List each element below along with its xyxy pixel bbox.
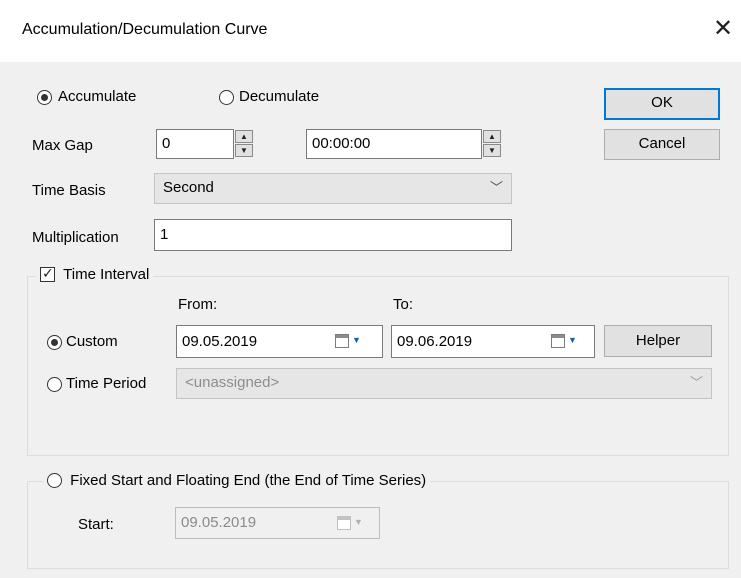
cancel-button[interactable]: Cancel xyxy=(604,129,720,160)
to-label: To: xyxy=(393,296,414,313)
fixed-start-label: Fixed Start and Floating End (the End of… xyxy=(70,472,427,489)
time-basis-value: Second xyxy=(163,179,214,196)
max-gap-time-stepper[interactable]: ▲ ▼ xyxy=(483,130,503,158)
from-date-value: 09.05.2019 xyxy=(182,333,258,350)
custom-radio-option[interactable]: Custom xyxy=(47,333,157,353)
max-gap-down-button[interactable]: ▼ xyxy=(235,144,253,157)
accumulate-radio-option[interactable]: Accumulate xyxy=(37,88,167,108)
accumulate-radio[interactable] xyxy=(37,90,52,105)
dropdown-arrow-icon[interactable]: ▼ xyxy=(352,326,361,356)
time-period-radio-option[interactable]: Time Period xyxy=(47,375,177,395)
window-title: Accumulation/Decumulation Curve xyxy=(22,21,268,38)
max-gap-input[interactable]: 0 xyxy=(156,129,234,159)
checkmark-icon: ✓ xyxy=(42,265,54,281)
time-basis-select[interactable]: Second ﹀ xyxy=(154,173,512,204)
multiplication-input[interactable]: 1 xyxy=(154,219,512,251)
from-label: From: xyxy=(178,296,218,313)
dialog-window: Accumulation/Decumulation Curve ✕ Accumu… xyxy=(0,0,741,578)
start-date-value: 09.05.2019 xyxy=(181,514,257,531)
close-icon[interactable]: ✕ xyxy=(708,14,738,44)
helper-button[interactable]: Helper xyxy=(604,325,712,357)
time-period-radio[interactable] xyxy=(47,377,62,392)
time-period-label: Time Period xyxy=(66,375,147,392)
max-gap-time-down-button[interactable]: ▼ xyxy=(483,144,501,157)
time-basis-label: Time Basis xyxy=(32,182,106,199)
custom-radio[interactable] xyxy=(47,335,62,350)
max-gap-time-up-button[interactable]: ▲ xyxy=(483,130,501,143)
multiplication-label: Multiplication xyxy=(32,229,119,246)
time-period-select[interactable]: <unassigned> ﹀ xyxy=(176,368,712,399)
fixed-start-legend[interactable]: Fixed Start and Floating End (the End of… xyxy=(43,470,431,492)
from-date-input[interactable]: 09.05.2019 ▼ xyxy=(176,325,383,358)
decumulate-label: Decumulate xyxy=(239,88,320,105)
start-label: Start: xyxy=(78,516,114,533)
max-gap-label: Max Gap xyxy=(32,137,93,154)
decumulate-radio-option[interactable]: Decumulate xyxy=(219,88,349,108)
custom-label: Custom xyxy=(66,333,118,350)
start-date-input: 09.05.2019 ▼ xyxy=(175,507,380,539)
dropdown-arrow-icon[interactable]: ▼ xyxy=(568,326,577,356)
to-date-input[interactable]: 09.06.2019 ▼ xyxy=(391,325,595,358)
decumulate-radio[interactable] xyxy=(219,90,234,105)
max-gap-time-input[interactable]: 00:00:00 xyxy=(306,129,482,159)
time-interval-group xyxy=(27,276,729,456)
time-interval-label: Time Interval xyxy=(63,266,150,283)
calendar-icon[interactable] xyxy=(335,334,349,348)
max-gap-stepper[interactable]: ▲ ▼ xyxy=(235,130,255,158)
calendar-icon[interactable] xyxy=(551,334,565,348)
ok-button[interactable]: OK xyxy=(604,88,720,120)
time-period-value: <unassigned> xyxy=(185,374,280,391)
max-gap-up-button[interactable]: ▲ xyxy=(235,130,253,143)
chevron-down-icon: ﹀ xyxy=(489,180,503,195)
fixed-start-radio[interactable] xyxy=(47,473,62,488)
accumulate-label: Accumulate xyxy=(58,88,137,105)
to-date-value: 09.06.2019 xyxy=(397,333,473,350)
calendar-icon xyxy=(337,516,351,530)
title-bar: Accumulation/Decumulation Curve ✕ xyxy=(0,0,741,62)
time-interval-checkbox[interactable]: ✓ xyxy=(40,265,55,282)
time-interval-legend[interactable]: ✓ Time Interval xyxy=(36,264,154,286)
dropdown-arrow-icon: ▼ xyxy=(354,517,363,527)
chevron-down-icon: ﹀ xyxy=(689,375,703,390)
